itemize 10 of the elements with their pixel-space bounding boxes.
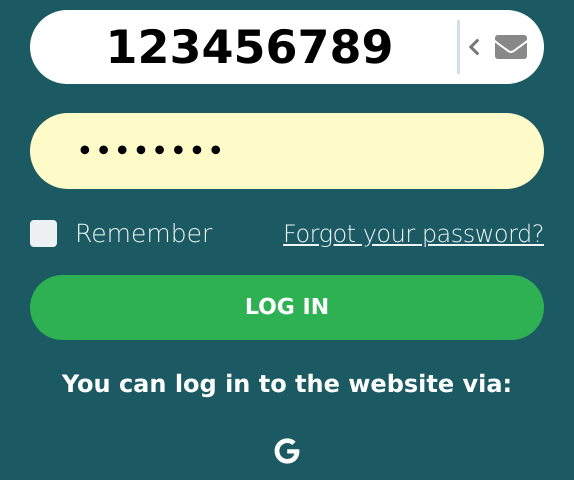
login-field[interactable]: 123456789: [30, 10, 544, 84]
social-login-prompt: You can log in to the website via:: [60, 368, 514, 400]
remember-label: Remember: [75, 218, 212, 250]
password-field[interactable]: ••••••••: [30, 113, 544, 189]
forgot-password-link[interactable]: Forgot your password?: [283, 216, 544, 252]
login-value: 123456789: [105, 18, 394, 76]
google-icon[interactable]: [274, 438, 300, 464]
remember-checkbox[interactable]: [30, 220, 57, 248]
password-dots: ••••••••: [76, 132, 226, 170]
chevron-left-icon[interactable]: [468, 37, 480, 57]
